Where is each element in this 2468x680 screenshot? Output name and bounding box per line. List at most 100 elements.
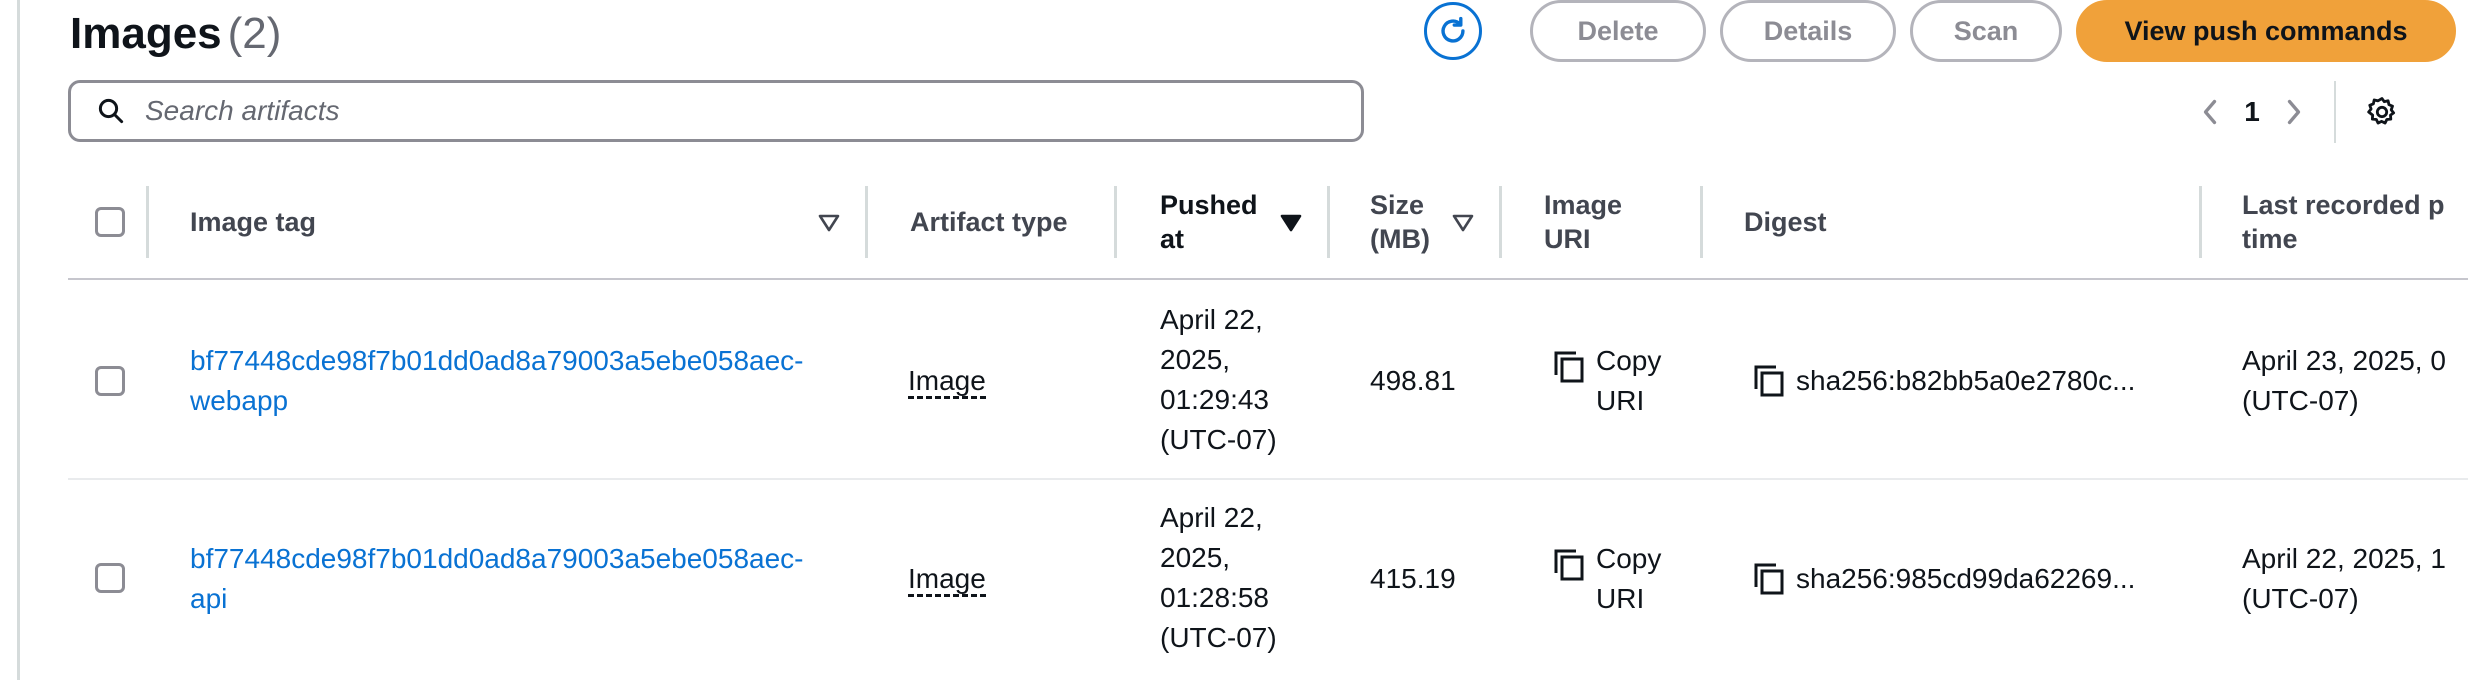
digest-value: sha256:b82bb5a0e2780c... — [1796, 365, 2136, 396]
details-button-label: Details — [1763, 15, 1853, 46]
copy-digest-button[interactable]: sha256:b82bb5a0e2780c... — [1750, 361, 2196, 401]
pushed-at-line2: 2025, — [1160, 542, 1231, 573]
size-value: 415.19 — [1370, 563, 1456, 594]
copy-icon — [1554, 351, 1584, 383]
image-tag-line2: webapp — [190, 385, 289, 416]
column-header-image-uri-line2: URI — [1544, 224, 1591, 254]
last-recorded-value: April 22, 2025, 1 (UTC-07) — [2242, 539, 2446, 619]
copy-uri-line2: URI — [1596, 385, 1645, 416]
scan-button-label: Scan — [1953, 15, 2019, 46]
gear-icon — [2367, 97, 2396, 125]
image-count: (2) — [227, 9, 282, 58]
column-header-size[interactable]: Size (MB) — [1370, 186, 1430, 258]
pushed-at-line1: April 22, — [1160, 304, 1263, 335]
column-divider — [2199, 186, 2202, 258]
scan-button[interactable]: Scan — [1910, 0, 2062, 62]
chevron-right-icon — [2287, 99, 2301, 125]
artifact-type-text: Image — [908, 563, 986, 597]
previous-page-button[interactable] — [2190, 86, 2230, 138]
row-select-checkbox[interactable] — [95, 563, 125, 593]
column-header-last-recorded: Last recorded p time — [2242, 186, 2445, 258]
column-header-last-recorded-line1: Last recorded p — [2242, 190, 2445, 220]
size-value: 498.81 — [1370, 365, 1456, 396]
column-header-image-uri-line1: Image — [1544, 190, 1623, 220]
sort-icon — [818, 214, 840, 232]
column-divider — [1499, 186, 1502, 258]
sort-icon — [1452, 214, 1474, 232]
image-tag-line1: bf77448cde98f7b01dd0ad8a79003a5ebe058aec… — [190, 543, 804, 574]
column-header-last-recorded-line2: time — [2242, 224, 2298, 254]
last-recorded-line2: (UTC-07) — [2242, 583, 2359, 614]
column-header-digest: Digest — [1744, 186, 1827, 258]
pushed-at-value: April 22, 2025, 01:29:43 (UTC-07) — [1160, 300, 1277, 460]
last-recorded-value: April 23, 2025, 0 (UTC-07) — [2242, 341, 2446, 421]
image-tag-link[interactable]: bf77448cde98f7b01dd0ad8a79003a5ebe058aec… — [190, 539, 803, 619]
column-divider — [1700, 186, 1703, 258]
copy-uri-button[interactable]: Copy URI — [1550, 539, 1661, 619]
copy-icon — [1554, 549, 1584, 581]
sort-descending-icon — [1280, 214, 1302, 232]
sort-size-button[interactable] — [1448, 208, 1478, 238]
pushed-at-line3: 01:29:43 — [1160, 384, 1269, 415]
refresh-button[interactable] — [1424, 2, 1482, 60]
copy-uri-line1: Copy — [1596, 543, 1662, 574]
row-divider — [68, 478, 2468, 480]
refresh-icon — [1441, 16, 1465, 43]
select-all-checkbox[interactable] — [95, 207, 125, 237]
column-header-size-line2: (MB) — [1370, 224, 1430, 254]
column-header-size-line1: Size — [1370, 190, 1425, 220]
search-icon — [93, 93, 129, 129]
pushed-at-value: April 22, 2025, 01:28:58 (UTC-07) — [1160, 498, 1277, 658]
pagination: 1 — [2190, 81, 2404, 143]
column-divider — [1327, 186, 1330, 258]
sort-image-tag-button[interactable] — [814, 208, 844, 238]
column-header-pushed-at[interactable]: Pushed at — [1160, 186, 1258, 258]
view-push-commands-button[interactable]: View push commands — [2076, 0, 2456, 62]
pushed-at-line4: (UTC-07) — [1160, 622, 1277, 653]
delete-button[interactable]: Delete — [1530, 0, 1706, 62]
last-recorded-line1: April 23, 2025, 0 — [2242, 345, 2446, 376]
copy-icon — [1754, 563, 1784, 595]
sort-pushed-at-button[interactable] — [1276, 208, 1306, 238]
image-tag-line2: api — [190, 583, 228, 614]
preferences-button[interactable] — [2360, 90, 2404, 134]
copy-uri-line2: URI — [1596, 583, 1645, 614]
column-header-pushed-at-line2: at — [1160, 224, 1185, 254]
details-button[interactable]: Details — [1720, 0, 1896, 62]
chevron-left-icon — [2203, 99, 2217, 125]
pagination-divider — [2334, 81, 2336, 143]
image-tag-link[interactable]: bf77448cde98f7b01dd0ad8a79003a5ebe058aec… — [190, 341, 803, 421]
current-page-number[interactable]: 1 — [2230, 96, 2274, 128]
column-header-image-tag[interactable]: Image tag — [190, 186, 316, 258]
column-header-image-tag-label: Image tag — [190, 207, 317, 237]
pushed-at-line3: 01:28:58 — [1160, 582, 1269, 613]
copy-uri-button[interactable]: Copy URI — [1550, 341, 1661, 421]
artifact-type-value[interactable]: Image — [908, 559, 986, 599]
pushed-at-line1: April 22, — [1160, 502, 1263, 533]
column-divider — [146, 186, 149, 258]
pushed-at-line4: (UTC-07) — [1160, 424, 1277, 455]
view-push-commands-label: View push commands — [2124, 15, 2408, 46]
page-title-text: Images — [70, 9, 222, 58]
copy-digest-button[interactable]: sha256:985cd99da62269... — [1750, 559, 2196, 599]
next-page-button[interactable] — [2274, 86, 2314, 138]
images-panel: Images (2) Delete Details Scan View push … — [0, 0, 2468, 680]
pushed-at-line2: 2025, — [1160, 344, 1231, 375]
digest-value: sha256:985cd99da62269... — [1796, 563, 2136, 594]
artifact-type-text: Image — [908, 365, 986, 399]
column-header-artifact-type: Artifact type — [910, 186, 1068, 258]
delete-button-label: Delete — [1577, 15, 1659, 46]
column-header-pushed-at-line1: Pushed — [1160, 190, 1258, 220]
column-divider — [865, 186, 868, 258]
search-box — [68, 80, 1364, 142]
row-select-checkbox[interactable] — [95, 366, 125, 396]
column-header-image-uri: Image URI — [1544, 186, 1622, 258]
last-recorded-line1: April 22, 2025, 1 — [2242, 543, 2446, 574]
artifact-type-value[interactable]: Image — [908, 361, 986, 401]
copy-icon — [1754, 365, 1784, 397]
column-header-artifact-type-label: Artifact type — [910, 207, 1068, 237]
column-divider — [1114, 186, 1117, 258]
search-input[interactable] — [143, 94, 1247, 128]
page-title: Images (2) — [70, 6, 281, 62]
column-header-digest-label: Digest — [1744, 207, 1827, 237]
